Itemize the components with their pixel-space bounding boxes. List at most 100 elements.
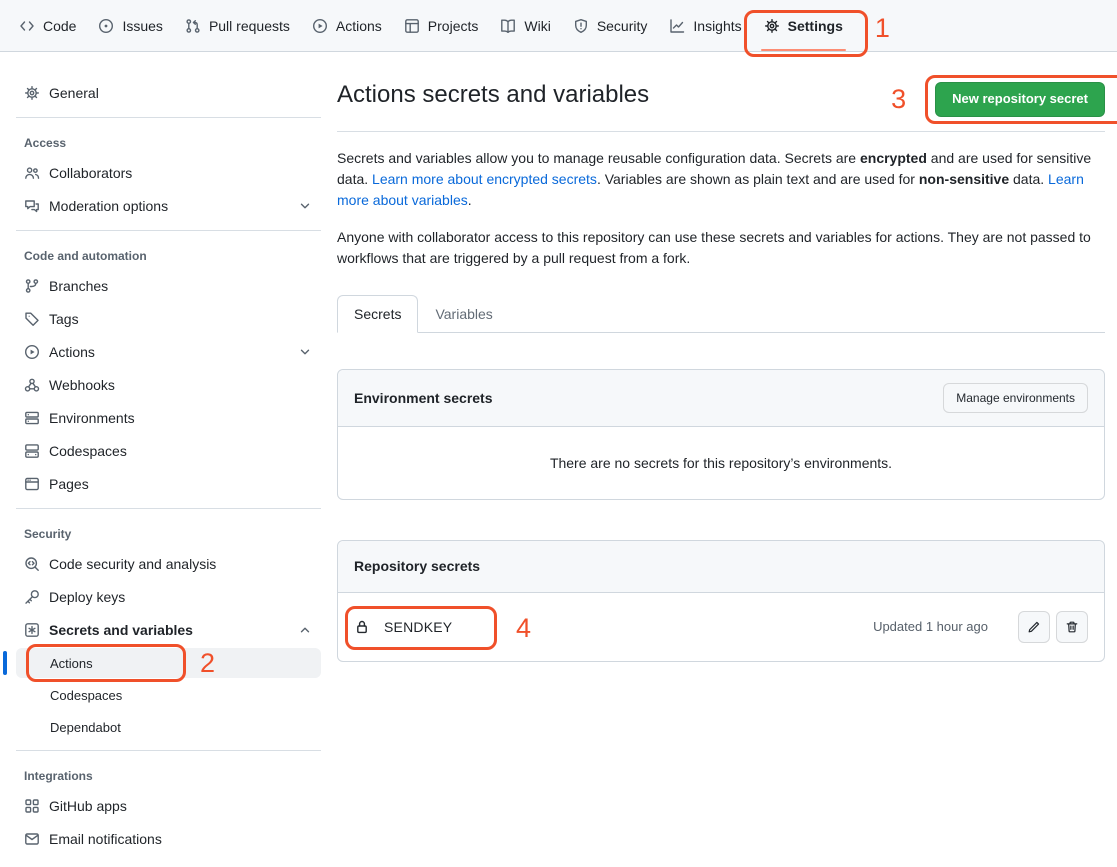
server-icon bbox=[24, 410, 40, 426]
sidebar-item-code-security[interactable]: Code security and analysis bbox=[16, 547, 321, 580]
sidebar-item-label: General bbox=[49, 85, 99, 101]
sidebar-item-pages[interactable]: Pages bbox=[16, 467, 321, 500]
sidebar-item-label: Deploy keys bbox=[49, 589, 125, 605]
sidebar-item-codespaces[interactable]: Codespaces bbox=[16, 434, 321, 467]
sidebar-subitem-actions-selected[interactable]: Actions 2 bbox=[16, 648, 321, 678]
environment-secrets-title: Environment secrets bbox=[354, 390, 493, 406]
play-icon bbox=[24, 344, 40, 360]
page-header: Actions secrets and variables New reposi… bbox=[337, 80, 1105, 132]
divider bbox=[16, 117, 321, 118]
nav-tab-pull-requests[interactable]: Pull requests bbox=[174, 0, 301, 51]
secrets-variables-tabnav: Secrets Variables bbox=[337, 295, 1105, 333]
chevron-down-icon bbox=[297, 198, 313, 214]
comment-discussion-icon bbox=[24, 198, 40, 214]
sidebar-section-title-security: Security bbox=[16, 517, 321, 547]
nav-tab-settings[interactable]: Settings 1 bbox=[753, 0, 854, 51]
settings-sidebar: General Access Collaborators Moderation … bbox=[0, 52, 337, 855]
nav-tab-wiki[interactable]: Wiki bbox=[489, 0, 561, 51]
secret-row-actions: Updated 1 hour ago bbox=[873, 611, 1088, 643]
sidebar-item-label: Email notifications bbox=[49, 831, 162, 847]
description-bold-encrypted: encrypted bbox=[860, 150, 927, 166]
sidebar-item-label: Webhooks bbox=[49, 377, 115, 393]
sidebar-item-label: Actions bbox=[50, 656, 93, 671]
secret-name: SENDKEY 4 bbox=[354, 619, 452, 635]
trash-icon bbox=[1065, 620, 1079, 634]
nav-tab-security[interactable]: Security bbox=[562, 0, 659, 51]
chevron-up-icon bbox=[297, 622, 313, 638]
secret-name-label: SENDKEY bbox=[384, 619, 452, 635]
sidebar-item-label: Tags bbox=[49, 311, 79, 327]
issue-opened-icon bbox=[98, 18, 114, 34]
annotation-number-1: 1 bbox=[875, 15, 890, 42]
graph-icon bbox=[669, 18, 685, 34]
tab-secrets[interactable]: Secrets bbox=[337, 295, 418, 333]
sidebar-item-label: Actions bbox=[49, 344, 95, 360]
annotation-number-4: 4 bbox=[516, 615, 531, 642]
nav-tab-label: Security bbox=[597, 18, 648, 34]
divider bbox=[16, 230, 321, 231]
sidebar-item-webhooks[interactable]: Webhooks bbox=[16, 368, 321, 401]
sidebar-item-tags[interactable]: Tags bbox=[16, 302, 321, 335]
encrypted-secrets-link[interactable]: Learn more about encrypted secrets bbox=[372, 171, 597, 187]
sidebar-section-title-integrations: Integrations bbox=[16, 759, 321, 789]
lock-icon bbox=[354, 619, 370, 635]
nav-tab-label: Actions bbox=[336, 18, 382, 34]
manage-environments-button[interactable]: Manage environments bbox=[943, 383, 1088, 413]
environment-secrets-header: Environment secrets Manage environments bbox=[338, 370, 1104, 427]
sidebar-item-label: Environments bbox=[49, 410, 135, 426]
sidebar-item-label: Branches bbox=[49, 278, 108, 294]
sidebar-item-environments[interactable]: Environments bbox=[16, 401, 321, 434]
edit-secret-button[interactable] bbox=[1018, 611, 1050, 643]
environment-secrets-box: Environment secrets Manage environments … bbox=[337, 369, 1105, 500]
pencil-icon bbox=[1027, 620, 1041, 634]
sidebar-item-branches[interactable]: Branches bbox=[16, 269, 321, 302]
book-icon bbox=[500, 18, 516, 34]
sidebar-item-secrets-and-variables[interactable]: Secrets and variables bbox=[16, 613, 321, 646]
annotation-number-3: 3 bbox=[891, 86, 906, 113]
sidebar-item-moderation-options[interactable]: Moderation options bbox=[16, 189, 321, 222]
sidebar-item-label: Dependabot bbox=[50, 720, 121, 735]
people-icon bbox=[24, 165, 40, 181]
nav-tab-label: Issues bbox=[122, 18, 162, 34]
sidebar-item-collaborators[interactable]: Collaborators bbox=[16, 156, 321, 189]
sidebar-item-general[interactable]: General bbox=[16, 76, 321, 109]
sidebar-item-github-apps[interactable]: GitHub apps bbox=[16, 789, 321, 822]
nav-tab-actions[interactable]: Actions bbox=[301, 0, 393, 51]
sidebar-item-label: Collaborators bbox=[49, 165, 132, 181]
sidebar-subitem-codespaces[interactable]: Codespaces bbox=[16, 680, 321, 710]
repository-secrets-title: Repository secrets bbox=[354, 558, 480, 574]
shield-icon bbox=[573, 18, 589, 34]
nav-tab-code[interactable]: Code bbox=[8, 0, 87, 51]
nav-tab-issues[interactable]: Issues bbox=[87, 0, 173, 51]
delete-secret-button[interactable] bbox=[1056, 611, 1088, 643]
sidebar-item-label: GitHub apps bbox=[49, 798, 127, 814]
sidebar-item-label: Codespaces bbox=[49, 443, 127, 459]
secret-row: SENDKEY 4 Updated 1 hour ago bbox=[338, 593, 1104, 661]
sidebar-item-deploy-keys[interactable]: Deploy keys bbox=[16, 580, 321, 613]
page-title: Actions secrets and variables bbox=[337, 80, 649, 110]
git-branch-icon bbox=[24, 278, 40, 294]
sidebar-item-label: Moderation options bbox=[49, 198, 168, 214]
codespaces-icon bbox=[24, 443, 40, 459]
git-pull-request-icon bbox=[185, 18, 201, 34]
description-paragraph-1: Secrets and variables allow you to manag… bbox=[337, 148, 1105, 211]
chevron-down-icon bbox=[297, 344, 313, 360]
tab-variables[interactable]: Variables bbox=[418, 295, 509, 333]
new-repository-secret-button[interactable]: New repository secret bbox=[935, 82, 1105, 117]
nav-tab-label: Code bbox=[43, 18, 76, 34]
key-icon bbox=[24, 589, 40, 605]
active-tab-underline bbox=[761, 49, 846, 51]
nav-tab-label: Insights bbox=[693, 18, 741, 34]
sidebar-item-actions[interactable]: Actions bbox=[16, 335, 321, 368]
environment-secrets-empty-message: There are no secrets for this repository… bbox=[338, 427, 1104, 499]
repo-nav: Code Issues Pull requests Actions Projec… bbox=[0, 0, 1117, 52]
sidebar-section-title-access: Access bbox=[16, 126, 321, 156]
sidebar-item-email-notifications[interactable]: Email notifications bbox=[16, 822, 321, 855]
gear-icon bbox=[764, 18, 780, 34]
description-text: Secrets and variables allow you to manag… bbox=[337, 150, 860, 166]
nav-tab-projects[interactable]: Projects bbox=[393, 0, 490, 51]
nav-tab-label: Pull requests bbox=[209, 18, 290, 34]
repository-secrets-box: Repository secrets SENDKEY 4 Updated 1 h… bbox=[337, 540, 1105, 662]
nav-tab-insights[interactable]: Insights bbox=[658, 0, 752, 51]
sidebar-subitem-dependabot[interactable]: Dependabot bbox=[16, 712, 321, 742]
